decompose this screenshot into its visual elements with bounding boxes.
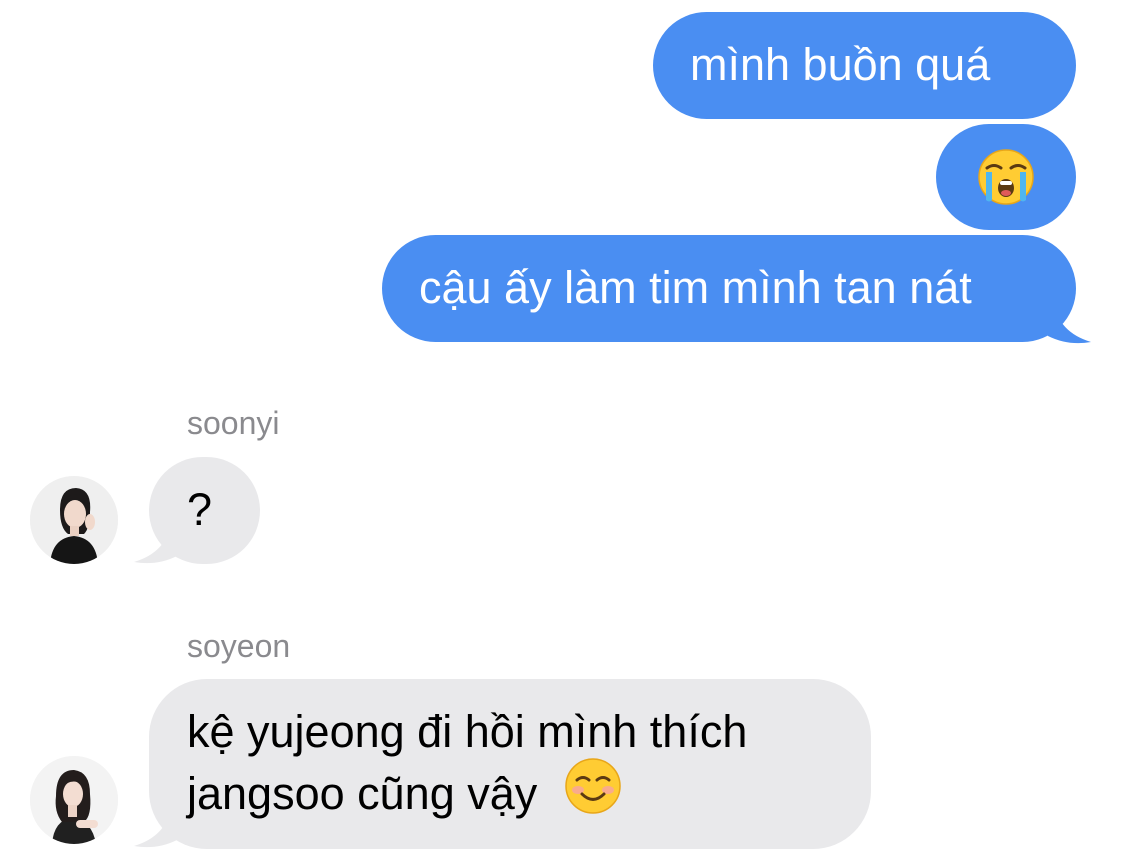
message-text: cậu ấy làm tim mình tan nát [419, 262, 972, 313]
message-text: mình buồn quá [690, 39, 991, 90]
message-thread: mình buồn quá cậu ấy làm tim mình tan ná… [0, 0, 1125, 858]
message-text-line-1: kệ yujeong đi hồi mình thích [187, 706, 748, 757]
sent-message-1[interactable]: mình buồn quá [653, 12, 1076, 119]
message-text-line-2: jangsoo cũng vậy [187, 758, 871, 833]
soyeon-avatar[interactable] [30, 756, 118, 844]
received-bubble-tail [134, 522, 185, 564]
loudly-crying-face-icon [977, 148, 1035, 220]
sender-name-soonyi: soonyi [187, 405, 280, 441]
soonyi-avatar[interactable] [30, 476, 118, 564]
received-message-soyeon[interactable]: kệ yujeong đi hồi mình thích jangsoo cũn… [149, 679, 871, 849]
message-text-line-2-text: jangsoo cũng vậy [187, 767, 538, 819]
smiling-face-icon [564, 757, 622, 829]
message-text: ? [187, 484, 213, 535]
sender-name-soyeon: soyeon [187, 628, 291, 664]
received-bubble-tail [134, 806, 185, 848]
sent-bubble-tail [1040, 302, 1091, 344]
sent-message-2[interactable] [936, 124, 1076, 230]
sent-message-3[interactable]: cậu ấy làm tim mình tan nát [382, 235, 1076, 342]
